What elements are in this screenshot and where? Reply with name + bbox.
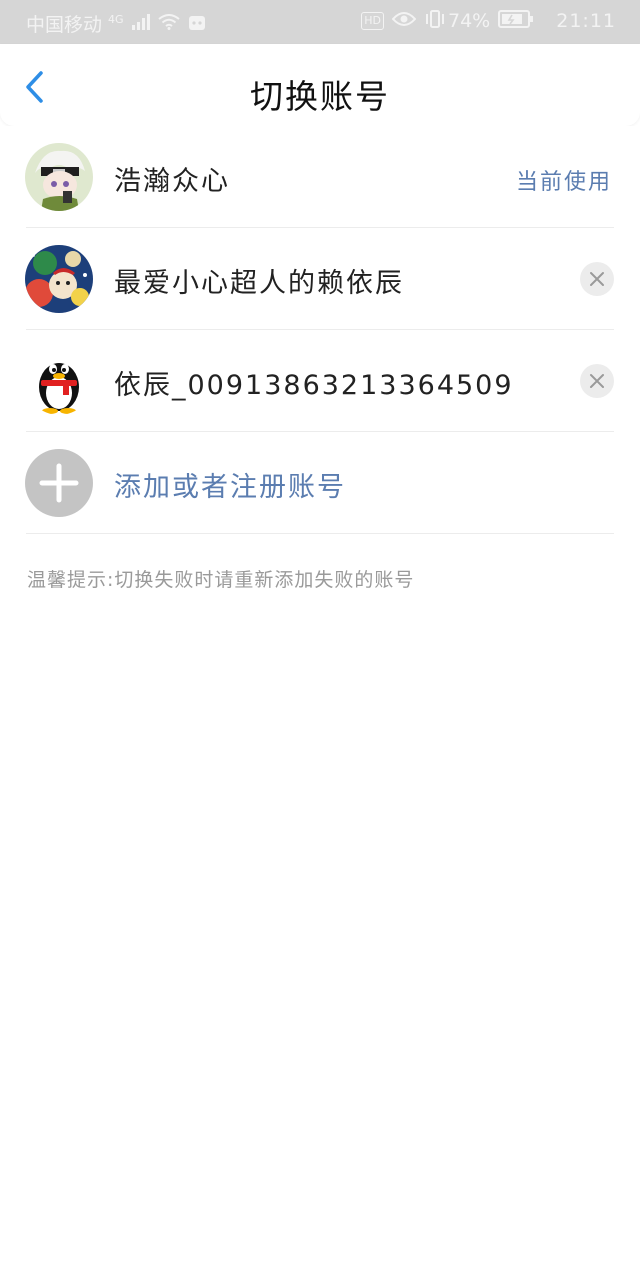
clock: 21:11 [556,10,616,32]
nav-bar: 切换账号 [0,44,640,126]
page-title: 切换账号 [250,77,390,116]
account-name: 浩瀚众心 [114,166,230,197]
battery-icon [498,10,534,32]
close-icon [590,374,604,388]
remove-account-button[interactable] [580,364,614,398]
battery-percent: 74% [448,10,491,32]
carrier-label: 中国移动 [26,14,103,36]
add-icon [25,449,93,517]
qq-penguin-icon [39,363,79,414]
account-list: 浩瀚众心 当前使用 最爱小心超人的赖依辰 依辰_0091386321336450… [0,126,640,534]
network-type-label: 4G [108,13,124,26]
account-name: 最爱小心超人的赖依辰 [114,268,404,299]
account-avatar [25,143,93,211]
signal-icon [131,13,150,34]
account-avatar [25,245,93,313]
eye-icon [391,11,417,31]
account-avatar [25,347,93,415]
remove-account-button[interactable] [580,262,614,296]
current-account-badge: 当前使用 [515,170,612,195]
wifi-icon [157,13,180,34]
app-notification-icon [188,13,206,35]
row-divider [26,533,614,534]
status-right: HD 74% 21:11 [353,10,616,32]
account-row[interactable]: 依辰_00913863213364509 [0,330,640,432]
hd-icon: HD [361,12,384,30]
account-row[interactable]: 最爱小心超人的赖依辰 [0,228,640,330]
add-account-button[interactable]: 添加或者注册账号 [0,432,640,534]
add-account-label: 添加或者注册账号 [114,472,346,503]
vibrate-icon [424,10,446,32]
status-bar: 中国移动 4G HD 74% 21:11 [0,0,640,44]
account-row-current[interactable]: 浩瀚众心 当前使用 [0,126,640,228]
status-left: 中国移动 4G [26,10,206,37]
close-icon [590,272,604,286]
account-name: 依辰_00913863213364509 [114,370,514,401]
hint-text: 温馨提示:切换失败时请重新添加失败的账号 [27,569,415,591]
